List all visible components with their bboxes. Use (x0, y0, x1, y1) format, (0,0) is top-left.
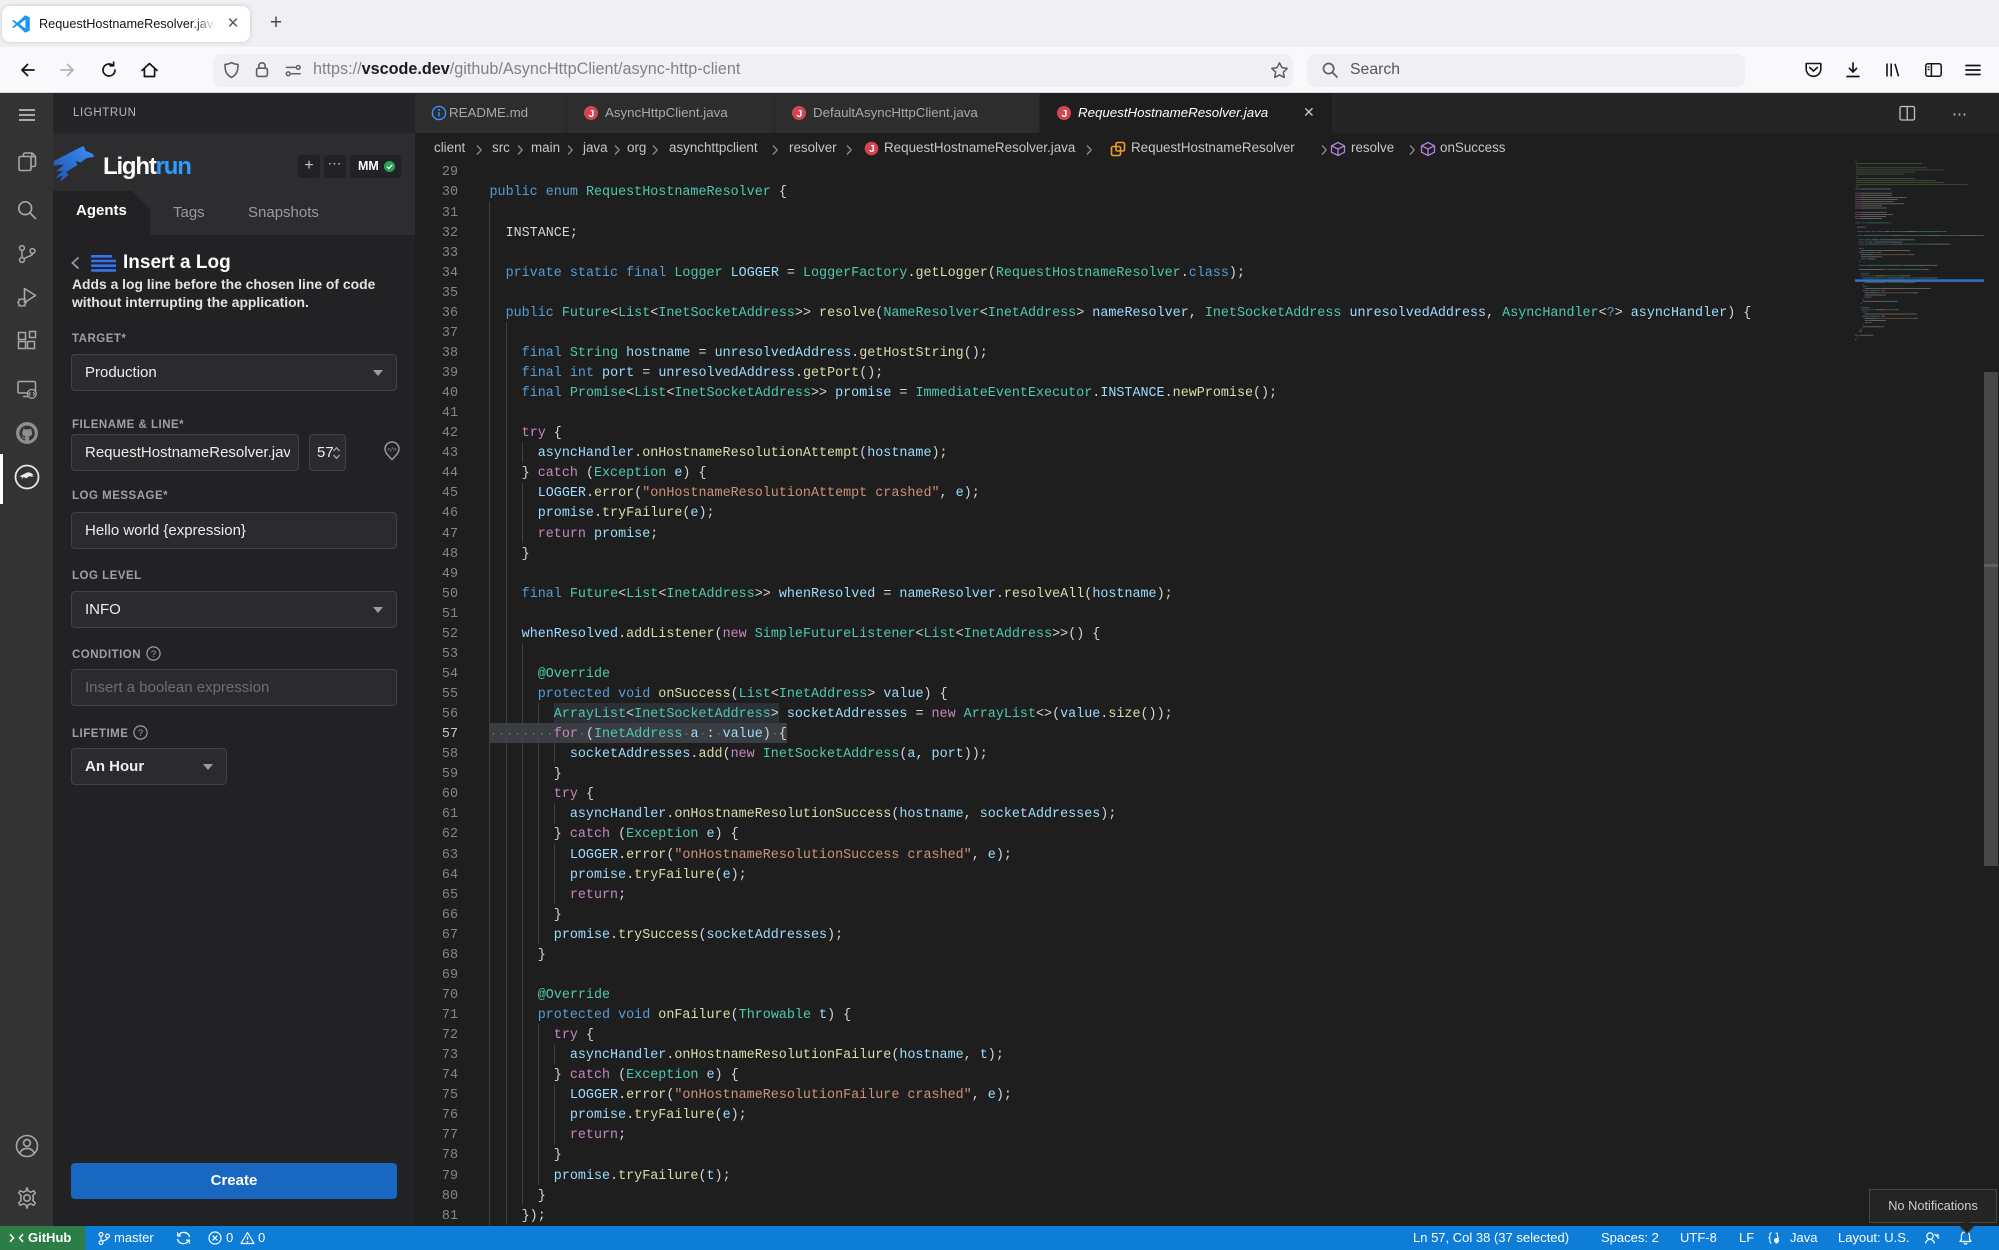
svg-text:</>: </> (387, 447, 397, 454)
svg-text:?: ? (138, 728, 143, 739)
svg-text:J: J (588, 108, 594, 120)
svg-text:J: J (869, 144, 875, 155)
svg-text:J: J (1061, 108, 1067, 120)
svg-text:J: J (796, 108, 802, 120)
svg-text:?: ? (151, 649, 156, 660)
